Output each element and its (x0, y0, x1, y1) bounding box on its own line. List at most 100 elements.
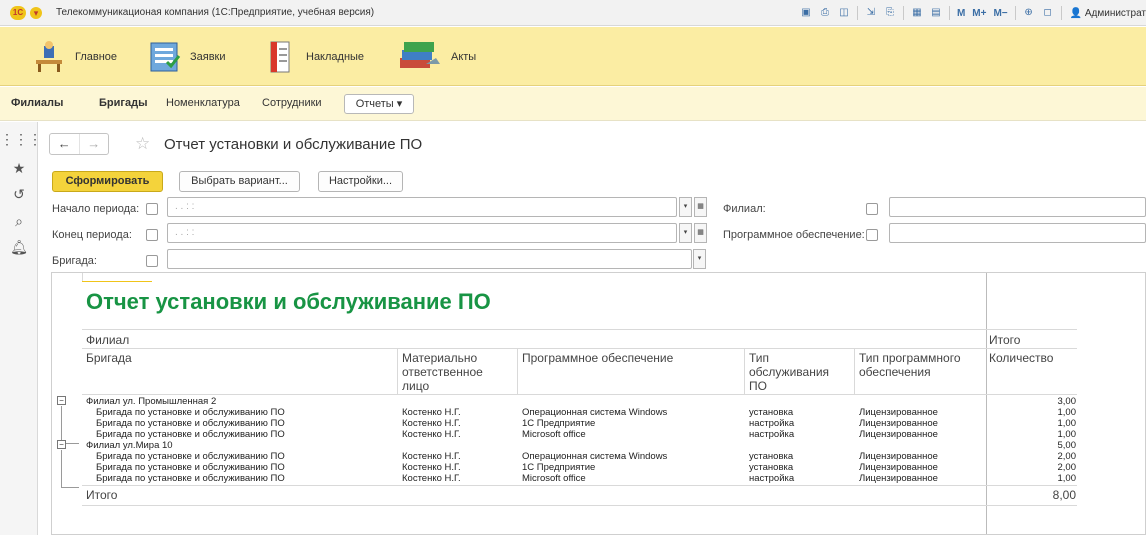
calendar-icon[interactable]: ▤ (930, 7, 942, 19)
period-start-dropdown-icon[interactable]: ▾ (679, 197, 692, 217)
favorite-star-icon[interactable]: ☆ (135, 134, 150, 154)
apps-grid-icon[interactable]: ⋮⋮⋮ (0, 131, 42, 148)
cell-service-type: настройка (749, 429, 795, 440)
history-icon[interactable]: ↺ (0, 186, 38, 203)
header-software: Программное обеспечение (522, 351, 674, 365)
title-bar: 1С ▾ Телекоммуникационая компания (1С:Пр… (0, 0, 1146, 26)
section-invoices[interactable]: Накладные (263, 27, 364, 86)
cell-software-type: Лицензированное (859, 418, 938, 429)
generate-button[interactable]: Сформировать (52, 171, 163, 192)
total-label: Итого (86, 488, 118, 502)
link-icon[interactable]: ⇲ (865, 7, 877, 19)
cell-software-type: Лицензированное (859, 429, 938, 440)
table-row: Бригада по установке и обслуживанию ПО К… (52, 473, 1082, 484)
attach-icon[interactable]: ⎘ (884, 7, 896, 19)
group-row: Филиал ул.Мира 10 5,00 (52, 440, 1082, 451)
requests-icon (147, 40, 181, 74)
period-end-checkbox[interactable] (146, 229, 158, 241)
cell-qty: 1,00 (1057, 473, 1077, 484)
memory-plus-button[interactable]: M+ (972, 8, 986, 19)
branch-label: Филиал: (723, 203, 766, 215)
search-icon[interactable]: ⌕ (0, 213, 38, 230)
nav-item-branches[interactable]: Филиалы (11, 97, 63, 109)
navigation-panel: Филиалы Бригады Номенклатура Сотрудники … (0, 87, 1146, 121)
total-value: 8,00 (1052, 488, 1076, 502)
group-name: Филиал ул. Промышленная 2 (86, 396, 217, 407)
group-qty: 5,00 (1057, 440, 1077, 451)
cell-software: Microsoft office (522, 473, 586, 484)
navigation-buttons: ← → (49, 133, 109, 155)
calculator-icon[interactable]: ▦ (911, 7, 923, 19)
header-software-type: Тип программного обеспечения (859, 351, 961, 379)
section-requests[interactable]: Заявки (147, 27, 226, 86)
period-start-checkbox[interactable] (146, 203, 158, 215)
table-row: Бригада по установке и обслуживанию ПО К… (52, 462, 1082, 473)
period-end-label: Конец периода: (52, 229, 132, 241)
period-start-label: Начало периода: (52, 203, 140, 215)
brigade-field[interactable] (167, 249, 692, 269)
cell-service-type: установка (749, 462, 794, 473)
settings-button[interactable]: Настройки... (318, 171, 403, 192)
memory-m-button[interactable]: M (957, 8, 965, 19)
cell-person: Костенко Н.Г. (402, 418, 461, 429)
section-main[interactable]: Главное (32, 27, 117, 86)
cell-brigade: Бригада по установке и обслуживанию ПО (96, 473, 285, 484)
period-end-dropdown-icon[interactable]: ▾ (679, 223, 692, 243)
branch-field[interactable] (889, 197, 1146, 217)
cell-qty: 1,00 (1057, 407, 1077, 418)
title-toolbar: ▣ ⎙ ◫ ⇲ ⎘ ▦ ▤ M M+ M− ⊕ ◻ 👤 Администрат (793, 0, 1146, 26)
user-label: Администрат (1084, 7, 1146, 19)
favorites-star-icon[interactable]: ★ (0, 160, 38, 177)
header-total: Итого (989, 333, 1021, 347)
page-title: Отчет установки и обслуживание ПО (164, 136, 423, 153)
save-icon[interactable]: ▣ (800, 7, 812, 19)
cell-person: Костенко Н.Г. (402, 451, 461, 462)
preview-icon[interactable]: ◫ (838, 7, 850, 19)
report-spreadsheet[interactable]: Отчет установки и обслуживание ПО Филиал… (51, 272, 1146, 535)
period-start-calendar-icon[interactable]: ▦ (694, 197, 707, 217)
nav-item-employees[interactable]: Сотрудники (262, 97, 322, 109)
group-name: Филиал ул.Мира 10 (86, 440, 173, 451)
section-acts[interactable]: Акты (396, 27, 476, 86)
period-end-calendar-icon[interactable]: ▦ (694, 223, 707, 243)
print-icon[interactable]: ⎙ (819, 7, 831, 19)
table-row: Бригада по установке и обслуживанию ПО К… (52, 407, 1082, 418)
main-menu-button[interactable]: ▾ (30, 6, 42, 19)
acts-icon (396, 40, 442, 74)
section-label: Акты (451, 50, 477, 63)
group-row: Филиал ул. Промышленная 2 3,00 (52, 396, 1082, 407)
app-title: Телекоммуникационая компания (1С:Предпри… (56, 7, 375, 18)
invoices-icon (263, 40, 297, 74)
notifications-bell-icon[interactable]: 🔔︎ (0, 239, 38, 256)
period-start-field[interactable]: . . : : (167, 197, 677, 217)
software-checkbox[interactable] (866, 229, 878, 241)
section-label: Накладные (306, 50, 365, 63)
select-variant-button[interactable]: Выбрать вариант... (179, 171, 300, 192)
memory-minus-button[interactable]: M− (993, 8, 1007, 19)
cell-brigade: Бригада по установке и обслуживанию ПО (96, 462, 285, 473)
report-title: Отчет установки и обслуживание ПО (86, 289, 491, 314)
brigade-dropdown-icon[interactable]: ▾ (693, 249, 706, 269)
brigade-checkbox[interactable] (146, 255, 158, 267)
software-field[interactable] (889, 223, 1146, 243)
cell-brigade: Бригада по установке и обслуживанию ПО (96, 429, 285, 440)
zoom-icon[interactable]: ⊕ (1023, 7, 1035, 19)
window-icon[interactable]: ◻ (1042, 7, 1054, 19)
cell-software: Операционная система Windows (522, 407, 668, 418)
user-name[interactable]: 👤 Администрат (1070, 8, 1146, 19)
period-end-field[interactable]: . . : : (167, 223, 677, 243)
header-service-type: Тип обслуживания ПО (749, 351, 830, 393)
section-label: Заявки (190, 50, 226, 63)
software-label: Программное обеспечение: (723, 229, 865, 241)
nav-item-brigades[interactable]: Бригады (99, 97, 147, 109)
cell-brigade: Бригада по установке и обслуживанию ПО (96, 418, 285, 429)
cell-software-type: Лицензированное (859, 407, 938, 418)
table-row: Бригада по установке и обслуживанию ПО К… (52, 429, 1082, 440)
branch-checkbox[interactable] (866, 203, 878, 215)
cell-qty: 1,00 (1057, 418, 1077, 429)
reports-dropdown-button[interactable]: Отчеты ▾ (344, 94, 414, 114)
nav-item-nomenclature[interactable]: Номенклатура (166, 97, 240, 109)
forward-arrow-icon[interactable]: → (78, 134, 109, 154)
cell-software-type: Лицензированное (859, 462, 938, 473)
back-arrow-icon[interactable]: ← (50, 134, 79, 154)
